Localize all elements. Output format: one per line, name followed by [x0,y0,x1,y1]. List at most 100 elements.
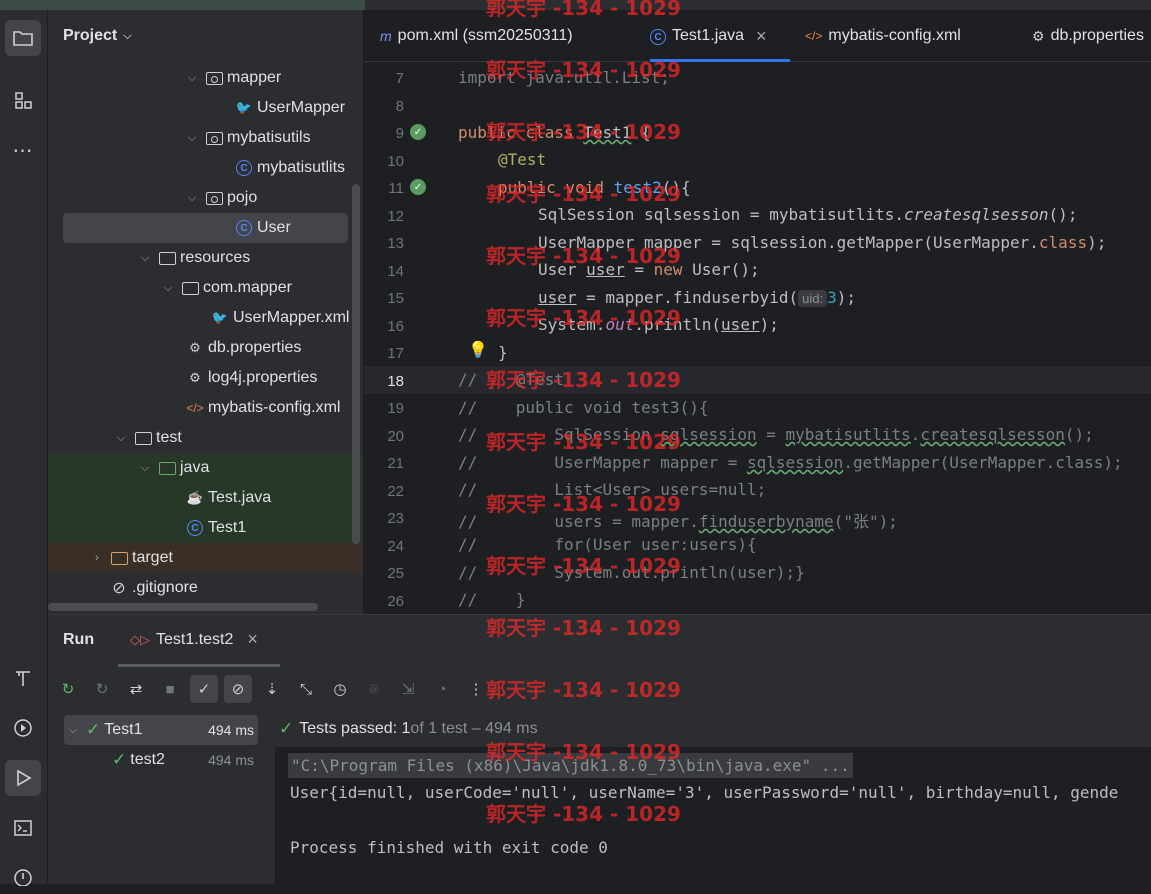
rerun-failed-button[interactable]: ↻ [88,675,116,703]
chevron-right-icon: › [95,552,99,564]
tree-node[interactable]: ☕ Test.java [48,483,363,513]
code-line: UserMapper mapper = sqlsession.getMapper… [538,233,1107,252]
tab-close-icon[interactable]: × [247,629,258,650]
tab-close-icon[interactable]: × [756,26,767,47]
coverage-button[interactable]: ◔ [428,675,456,703]
run-test-gutter-icon[interactable]: ✓ [410,124,426,140]
structure-tool-button[interactable] [5,82,41,118]
problems-tool-button[interactable] [5,858,41,894]
show-passed-button[interactable]: ✓ [190,675,218,703]
problems-icon [14,869,32,886]
tree-node[interactable]: 🐦 UserMapper.xml [48,303,363,333]
tree-node[interactable]: ⚙ log4j.properties [48,363,363,393]
stop-button[interactable]: ■ [156,675,184,703]
rerun-failed-icon: ↻ [95,681,109,698]
tab-test1-java[interactable]: C Test1.java × [650,10,790,62]
test-node-label: Test1 [104,721,143,738]
tab-db-properties[interactable]: ⚙ db.properties [1032,10,1144,62]
tab-test1-test2[interactable]: ◇▷ Test1.test2 × [118,615,280,667]
mybatis-mapper-icon: 🐦 [235,100,253,115]
ignored-icon: ⊘ [231,681,245,698]
run-panel-header: Run ◇▷ Test1.test2 × [48,615,1151,667]
tree-node[interactable]: 🐦 UserMapper [48,93,363,123]
code-line: import java.util.List; [458,68,670,87]
collapse-all-button[interactable]: ⤡ [292,675,320,703]
test-node[interactable]: ✓ test2 494 ms [64,745,258,775]
tree-node[interactable]: ⌵ resources [48,243,363,273]
line-number: 9 [395,125,404,142]
tree-node[interactable]: </> mybatis-config.xml [48,393,363,423]
more-tools-button[interactable]: ⋯ [5,132,41,168]
tree-node[interactable]: C Test1 [48,513,363,543]
test-duration: 494 ms [208,722,254,738]
camera-icon: ⌾ [369,680,379,698]
stop-icon: ■ [165,680,175,698]
properties-icon: ⚙ [189,370,201,385]
tree-node-label: mybatis-config.xml [208,399,341,416]
test-node-selected[interactable]: ⌵ ✓ Test1 494 ms [64,715,258,745]
test-history-button[interactable]: ◷ [326,675,354,703]
project-panel-title: Project [63,27,118,44]
line-number: 11 [388,180,404,197]
rerun-button[interactable]: ↻ [54,675,82,703]
run-tool-button[interactable] [5,760,41,796]
check-icon: ✓ [86,720,101,739]
import-tests-button[interactable]: ⇲ [394,675,422,703]
code-line: // for(User user:users){ [458,535,757,554]
tree-node[interactable]: ⌵ pojo [48,183,363,213]
services-icon [14,719,32,737]
sort-button[interactable]: ⇣ [258,675,286,703]
maven-icon: m [380,28,392,44]
tree-node-label: Test1 [208,519,247,536]
chevron-down-icon: ⌵ [123,29,132,42]
project-horizontal-scrollbar[interactable] [48,603,318,611]
chevron-down-icon: ⌵ [116,431,126,444]
tree-node[interactable]: ⌵ com.mapper [48,273,363,303]
properties-icon: ⚙ [189,340,201,355]
tree-node[interactable]: ⌵ test [48,423,363,453]
check-icon: ✓ [197,681,211,698]
tab-label: Test1.test2 [156,630,234,648]
tree-node[interactable]: Cmybatisutlits [48,153,363,183]
toggle-autotest-button[interactable]: ⇄ [122,675,150,703]
code-editor[interactable]: 7 8 9 10 11 12 13 14 15 16 17 18 19 20 21 22 23 24 25 26 ✓ … [364,62,1151,614]
tab-mybatis-config[interactable]: </> mybatis-config.xml [805,10,961,62]
code-line: public class Test1 { [458,123,651,142]
console-output[interactable]: ✓ Tests passed: 1 of 1 test – 494 ms "C:… [275,711,1151,885]
tree-node[interactable]: ⊘ .gitignore [48,573,363,603]
tree-node-label: test [156,429,182,446]
folder-icon [134,429,152,447]
tree-node-label: log4j.properties [208,369,318,386]
lightbulb-icon[interactable]: 💡 [468,340,488,360]
project-tool-button[interactable] [5,20,41,56]
tab-pom-xml[interactable]: m pom.xml (ssm20250311) [380,10,573,62]
code-line: // System.out.println(user);} [458,563,805,582]
run-test-gutter-icon[interactable]: ✓ [410,179,426,195]
tree-node-label: mybatisutlits [257,159,346,176]
line-number: 18 [387,372,404,390]
tree-node[interactable]: ⌵ mybatisutils [48,123,363,153]
tree-node[interactable]: ⌵ mapper [48,63,363,93]
more-options-button[interactable]: ⋮ [462,675,490,703]
tree-node[interactable]: ⚙ db.properties [48,333,363,363]
tree-node[interactable]: ⌵ java [48,453,363,483]
junit-icon: ◇▷ [130,631,150,647]
line-number: 22 [387,482,404,500]
terminal-tool-button[interactable] [5,810,41,846]
tree-node[interactable]: › target [48,543,363,573]
screenshot-button[interactable]: ⌾ [360,675,388,703]
structure-icon [15,92,32,109]
build-tool-button[interactable] [5,660,41,696]
services-tool-button[interactable] [5,710,41,746]
line-number: 26 [387,592,404,610]
autotest-icon: ⇄ [129,681,143,698]
code-line: user = mapper.finduserbyid(uid: 3); [538,288,856,307]
project-panel-header[interactable]: Project ⌵ [48,10,363,62]
java-file-icon: ☕ [186,490,204,505]
show-ignored-button[interactable]: ⊘ [224,675,252,703]
package-folder-icon [205,189,223,207]
run-toolbar: ↻ ↻ ⇄ ■ ✓ ⊘ ⇣ ⤡ ◷ ⌾ ⇲ ◔ ⋮ [48,667,1151,711]
project-vertical-scrollbar[interactable] [352,184,360,544]
rerun-icon: ↻ [61,681,75,698]
tree-node-selected[interactable]: C User [63,213,348,243]
